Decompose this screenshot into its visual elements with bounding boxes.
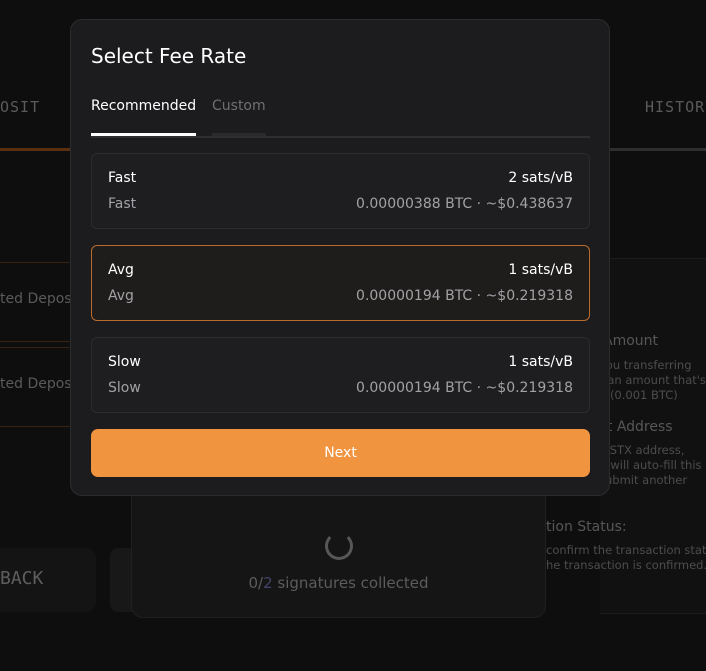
address-text-line: it will auto-fill this <box>599 458 702 472</box>
amount-text-line: r an amount that's <box>599 373 706 387</box>
amount-text-line: you transferring <box>599 358 692 372</box>
fee-option-fast[interactable]: Fast 2 sats/vB Fast 0.00000388 BTC · ~$0… <box>91 153 590 229</box>
fee-option-rate: 1 sats/vB <box>508 262 573 278</box>
tab-recommended[interactable]: Recommended <box>91 98 197 136</box>
fee-option-rate: 1 sats/vB <box>508 354 573 370</box>
fee-option-name: Slow <box>108 354 141 370</box>
fee-rate-modal: Select Fee Rate Recommended Custom Fast … <box>70 19 610 496</box>
list-item-label: ted Deposit <box>0 291 80 307</box>
status-text-line: confirm the transaction status <box>546 543 706 557</box>
list-item[interactable]: ted Deposit <box>0 347 80 427</box>
status-heading: tion Status: <box>546 519 627 535</box>
fee-option-cost: 0.00000194 BTC · ~$0.219318 <box>356 380 573 396</box>
loading-spinner-icon <box>325 532 353 560</box>
address-text-line: submit another <box>599 473 688 487</box>
fee-tabs: Recommended Custom <box>91 98 590 138</box>
back-button-label: BACK <box>0 568 44 589</box>
fee-option-name: Avg <box>108 262 134 278</box>
signatures-status: 0/2 signatures collected <box>248 574 429 592</box>
tab-deposit[interactable]: OSIT <box>0 98 40 116</box>
tab-history[interactable]: HISTORY <box>645 98 706 116</box>
address-heading: it Address <box>603 419 673 435</box>
modal-title: Select Fee Rate <box>91 44 247 68</box>
fee-option-avg[interactable]: Avg 1 sats/vB Avg 0.00000194 BTC · ~$0.2… <box>91 245 590 321</box>
status-text-line: he transaction is confirmed. <box>546 558 706 572</box>
fee-option-cost: 0.00000388 BTC · ~$0.438637 <box>356 196 573 212</box>
fee-option-subtitle: Avg <box>108 288 134 304</box>
address-text-line: a STX address, <box>599 443 685 457</box>
amount-text-line: n (0.001 BTC) <box>599 388 678 402</box>
fee-option-slow[interactable]: Slow 1 sats/vB Slow 0.00000194 BTC · ~$0… <box>91 337 590 413</box>
fee-option-subtitle: Slow <box>108 380 141 396</box>
amount-heading: Amount <box>603 333 659 349</box>
tab-custom[interactable]: Custom <box>212 98 266 136</box>
list-item[interactable]: ted Deposit <box>0 262 80 342</box>
tab-history-underline <box>610 148 706 151</box>
fee-option-cost: 0.00000194 BTC · ~$0.219318 <box>356 288 573 304</box>
list-item-label: ted Deposit <box>0 376 80 392</box>
fee-option-rate: 2 sats/vB <box>508 170 573 186</box>
back-button[interactable]: BACK <box>0 548 96 612</box>
fee-option-subtitle: Fast <box>108 196 137 212</box>
fee-option-name: Fast <box>108 170 137 186</box>
next-button[interactable]: Next <box>91 429 590 477</box>
